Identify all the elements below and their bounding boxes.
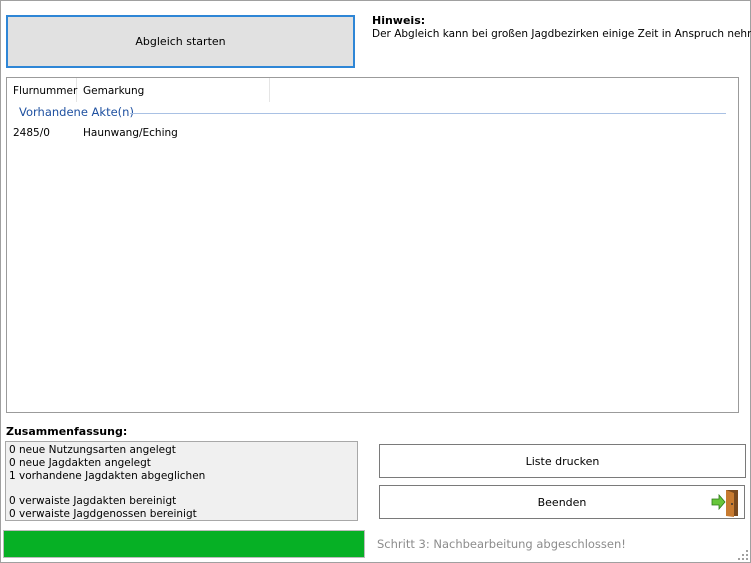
list-row[interactable]: 2485/0 Haunwang/Eching xyxy=(7,125,738,143)
hint-text: Der Abgleich kann bei großen Jagdbezirke… xyxy=(372,28,751,40)
start-sync-button[interactable]: Abgleich starten xyxy=(6,15,355,68)
results-list[interactable]: Flurnummer Gemarkung Vorhandene Akte(n) … xyxy=(6,77,739,413)
column-header-flurnummer[interactable]: Flurnummer xyxy=(7,78,77,102)
print-list-button-label: Liste drucken xyxy=(525,454,600,468)
progress-bar-fill xyxy=(4,531,364,557)
column-header-gemarkung[interactable]: Gemarkung xyxy=(77,78,270,102)
summary-line: 0 neue Jagdakten angelegt xyxy=(9,457,151,469)
group-header-label[interactable]: Vorhandene Akte(n) xyxy=(19,105,134,119)
list-header: Flurnummer Gemarkung xyxy=(7,78,738,102)
cell-flurnummer: 2485/0 xyxy=(13,127,50,139)
start-sync-button-label: Abgleich starten xyxy=(135,35,226,48)
summary-line: 0 verwaiste Jagdakten bereinigt xyxy=(9,495,177,507)
summary-textbox[interactable]: 0 neue Nutzungsarten angelegt 0 neue Jag… xyxy=(5,441,358,521)
end-button[interactable]: Beenden xyxy=(379,485,745,519)
cell-gemarkung: Haunwang/Eching xyxy=(83,127,178,139)
end-button-label: Beenden xyxy=(537,495,587,509)
progress-bar xyxy=(3,530,365,558)
print-list-button[interactable]: Liste drucken xyxy=(379,444,746,478)
resize-grip-icon[interactable] xyxy=(738,550,748,560)
summary-line: 0 neue Nutzungsarten angelegt xyxy=(9,444,176,456)
status-text: Schritt 3: Nachbearbeitung abgeschlossen… xyxy=(377,537,626,551)
summary-line: 1 vorhandene Jagdakten abgeglichen xyxy=(9,470,206,482)
summary-title: Zusammenfassung: xyxy=(6,425,128,438)
hint-title: Hinweis: xyxy=(372,14,426,27)
group-header-divider xyxy=(130,113,726,114)
summary-line-blank xyxy=(9,483,354,495)
exit-door-icon xyxy=(711,490,738,517)
summary-line: 0 verwaiste Jagdgenossen bereinigt xyxy=(9,508,197,520)
